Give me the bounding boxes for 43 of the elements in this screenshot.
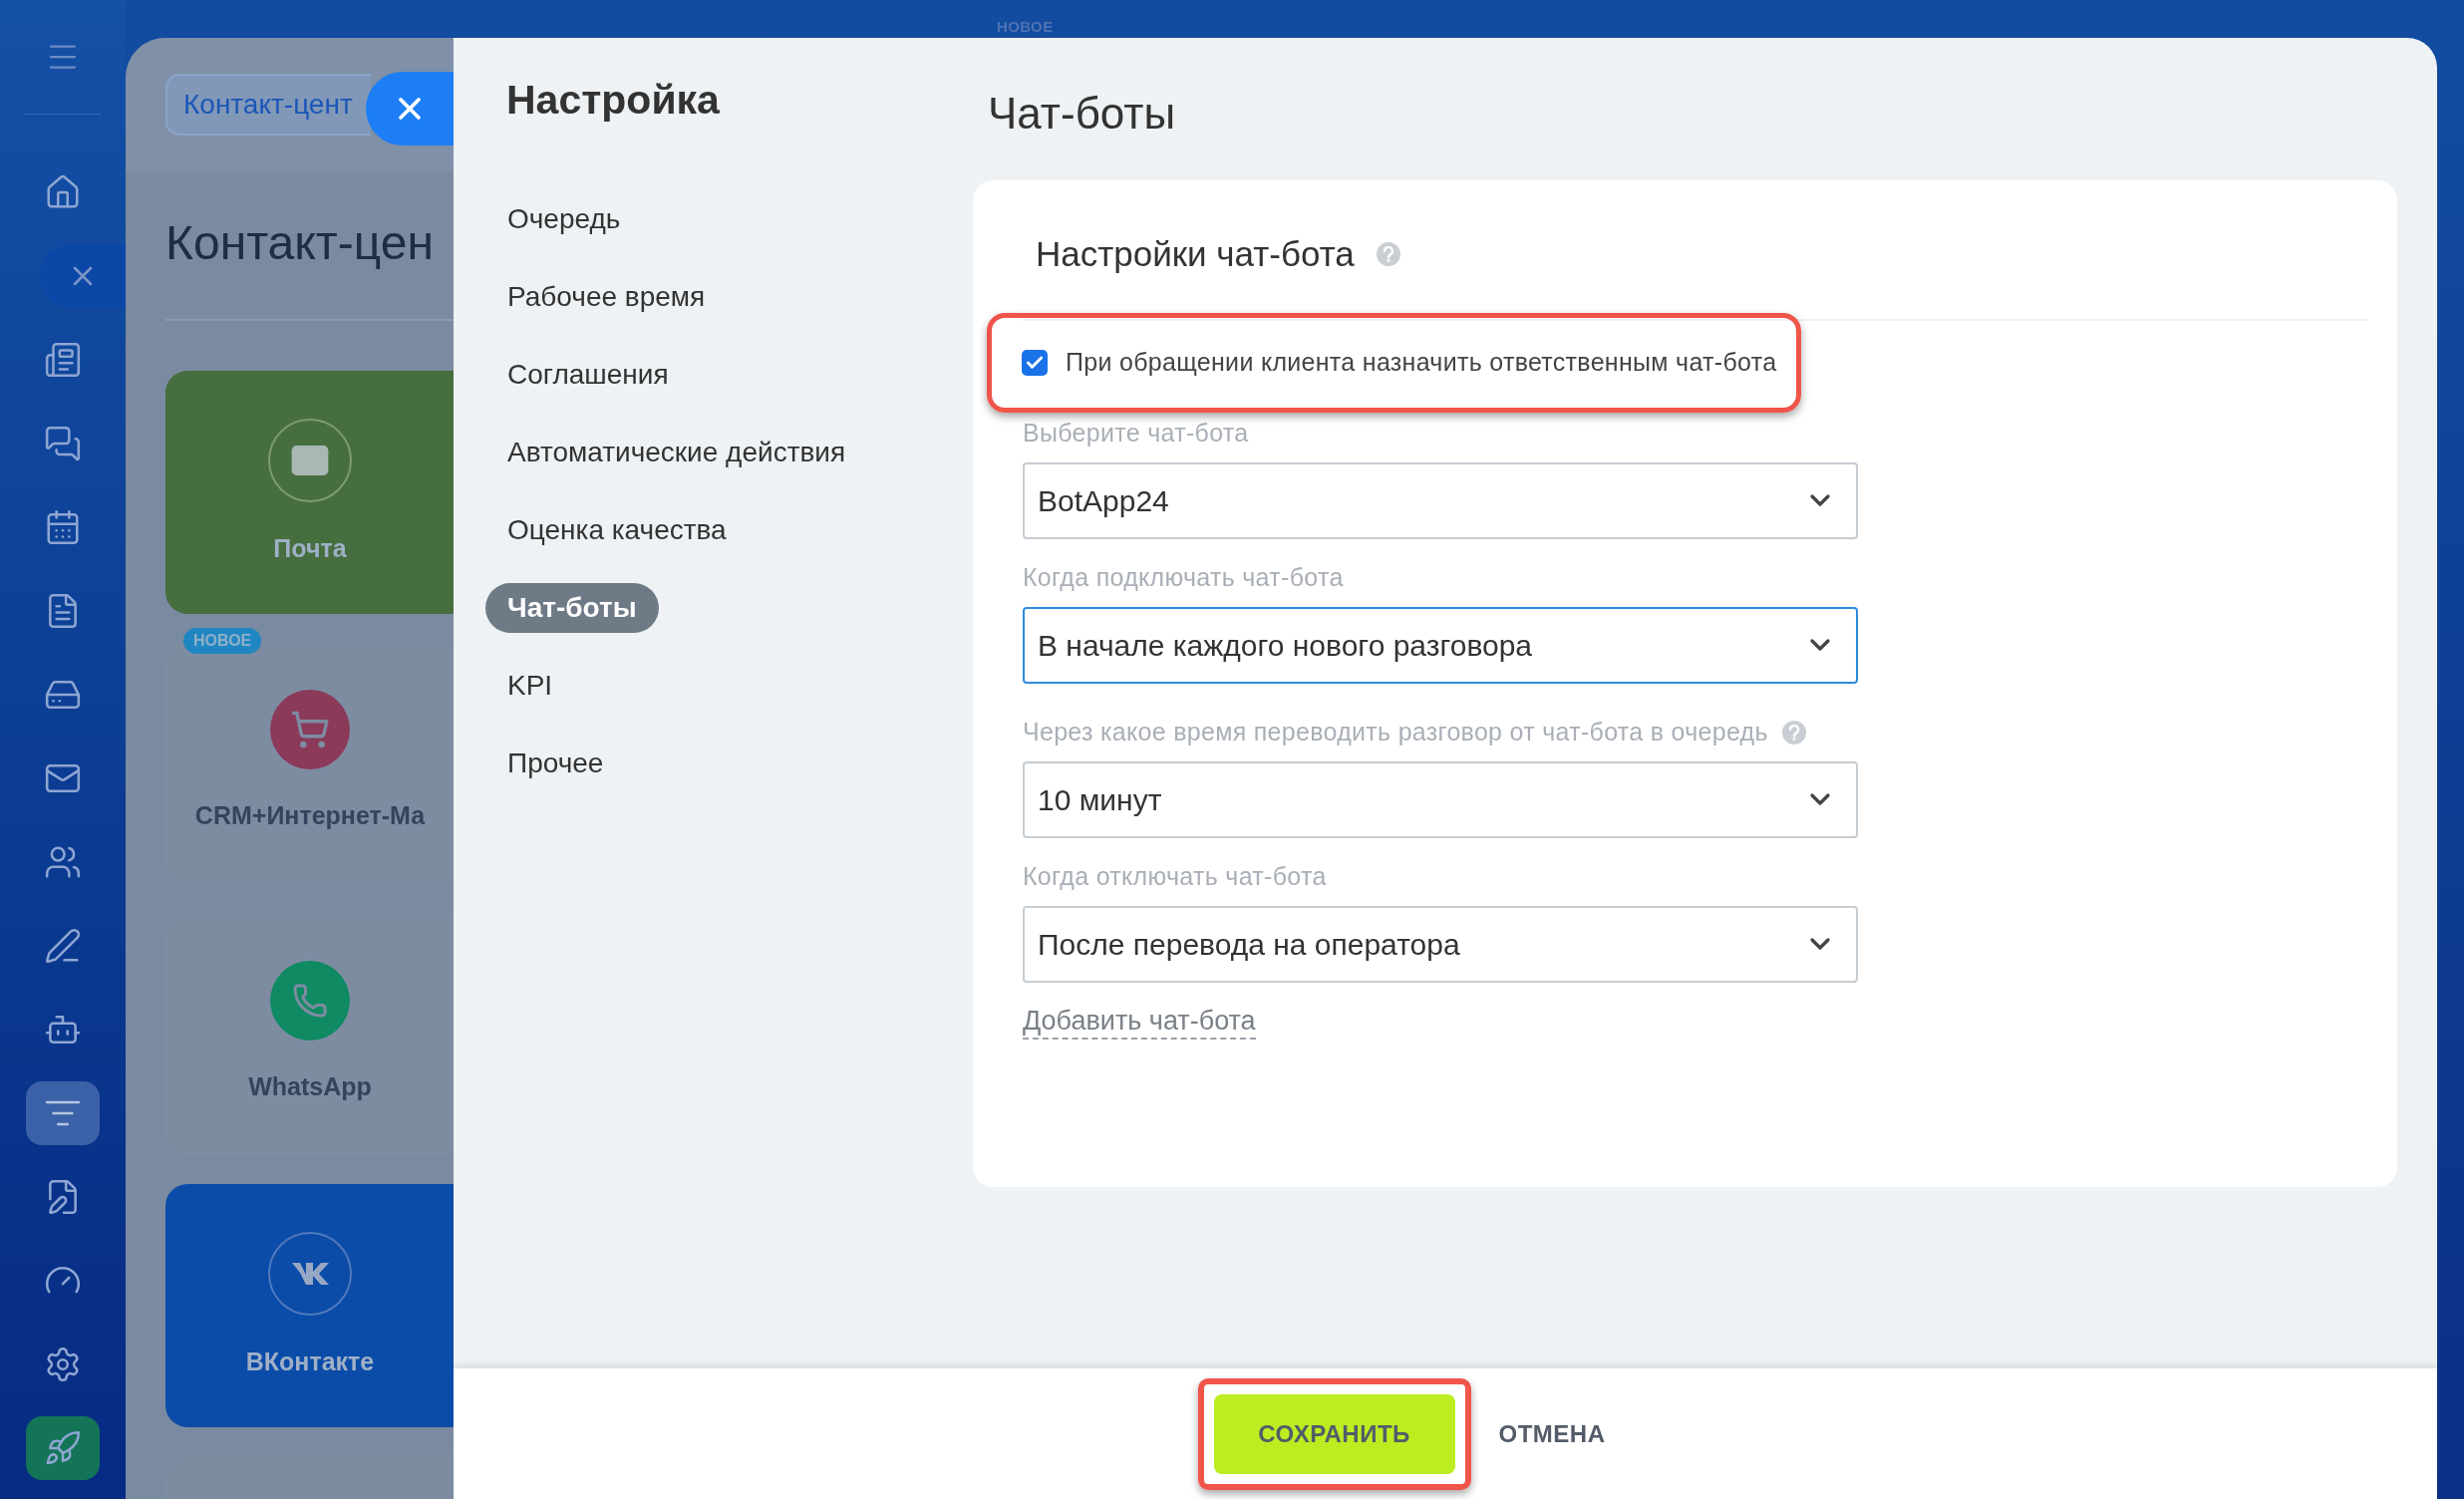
settings-menu-item[interactable]: Чат-боты xyxy=(485,583,659,633)
settings-icon xyxy=(44,1346,82,1383)
news-icon xyxy=(44,341,82,379)
vk-logo-icon xyxy=(268,1232,352,1316)
nav-item[interactable] xyxy=(26,1081,100,1145)
field-label: Когда подключать чат-бота xyxy=(1023,561,1344,593)
field-label: Выберите чат-бота xyxy=(1023,417,1249,449)
card-label: WhatsApp xyxy=(248,1071,372,1102)
close-button[interactable] xyxy=(366,72,454,146)
checkbox[interactable] xyxy=(1022,349,1048,376)
nav-item[interactable] xyxy=(26,1416,100,1480)
settings-menu-item[interactable]: Прочее xyxy=(485,739,626,788)
page-title: Контакт-цен xyxy=(165,216,434,269)
add-chatbot-link[interactable]: Добавить чат-бота xyxy=(1023,1004,1256,1041)
checkbox-label: При обращении клиента назначить ответственным чат-бота xyxy=(1066,346,1777,378)
select-field[interactable]: 10 минут xyxy=(1023,760,1858,838)
chat-icon xyxy=(44,425,82,462)
section-title: Чат-боты xyxy=(988,92,1177,136)
select-field[interactable]: В начале каждого нового разговора xyxy=(1023,606,1858,684)
settings-menu-item[interactable]: Очередь xyxy=(485,194,643,244)
field-label: Когда отключать чат-бота xyxy=(1023,860,1327,892)
new-badge: НОВОЕ xyxy=(183,628,262,654)
settings-title: Настройка xyxy=(506,80,721,121)
rocket-icon xyxy=(44,1429,82,1467)
settings-menu-item[interactable]: Рабочее время xyxy=(485,272,728,322)
settings-menu-item[interactable]: KPI xyxy=(485,661,575,711)
settings-menu-item[interactable]: Автоматические действия xyxy=(485,428,868,477)
home-icon xyxy=(44,173,82,211)
field-label: Через какое время переводить разговор от чат-бота в очередь xyxy=(1023,716,1768,748)
settings-menu-item[interactable]: Соглашения xyxy=(485,350,691,400)
select-field[interactable]: После перевода на оператора xyxy=(1023,905,1858,983)
save-button[interactable]: СОХРАНИТЬ xyxy=(1213,1393,1455,1474)
card-title: Настройки чат-бота xyxy=(1036,233,1355,275)
card-label: Почта xyxy=(273,533,347,564)
cancel-button[interactable]: ОТМЕНА xyxy=(1490,1393,1614,1474)
card-label: CRM+Интернет-Ма xyxy=(194,800,426,831)
settings-menu-item[interactable]: Оценка качества xyxy=(485,505,749,555)
select-field[interactable]: BotApp24 xyxy=(1023,461,1858,539)
channel-card[interactable]: ВКонтакте xyxy=(165,1184,454,1427)
card-label: ВКонтакте xyxy=(245,1347,375,1377)
new-label: НОВОЕ xyxy=(997,16,1054,37)
calendar-icon xyxy=(44,508,82,546)
pen-icon xyxy=(44,927,82,965)
